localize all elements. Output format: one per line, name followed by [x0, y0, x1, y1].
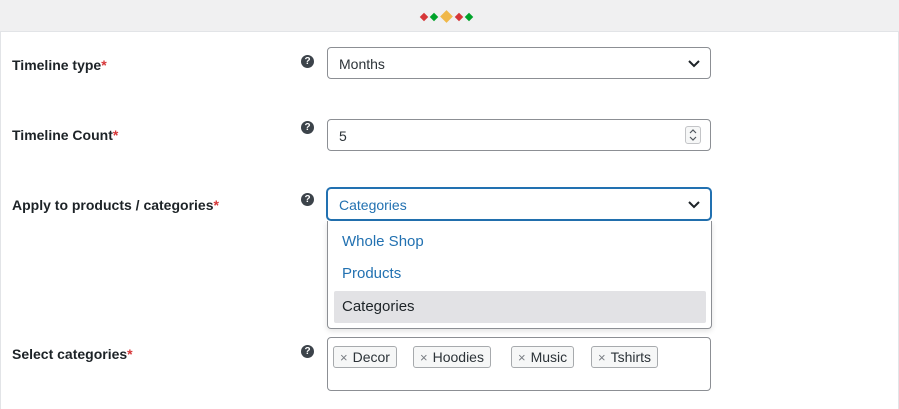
remove-tag-icon[interactable]: × [518, 350, 526, 365]
chevron-down-icon [688, 201, 700, 209]
diamond-icon [440, 10, 453, 23]
option-whole-shop[interactable]: Whole Shop [334, 226, 706, 258]
tag-label: Tshirts [610, 349, 652, 365]
number-stepper[interactable] [685, 126, 701, 144]
dot-icon [419, 12, 429, 22]
category-tag: × Hoodies [413, 346, 491, 368]
category-tag: × Tshirts [591, 346, 659, 368]
select-categories-multiselect[interactable]: × Decor × Hoodies × Music × Tshirts [327, 337, 711, 391]
help-icon[interactable]: ? [301, 345, 314, 358]
timeline-type-label: Timeline type* [12, 57, 107, 73]
apply-to-value: Categories [339, 197, 407, 213]
tag-label: Music [530, 349, 568, 365]
remove-tag-icon[interactable]: × [598, 350, 606, 365]
remove-tag-icon[interactable]: × [340, 350, 348, 365]
category-tag: × Music [511, 346, 575, 368]
chevron-down-icon [688, 60, 700, 68]
apply-to-label-text: Apply to products / categories [12, 197, 214, 213]
timeline-count-value: 5 [339, 128, 347, 144]
help-icon[interactable]: ? [301, 121, 314, 134]
timeline-type-label-text: Timeline type [12, 57, 102, 73]
tag-label: Hoodies [432, 349, 484, 365]
tag-label: Decor [352, 349, 390, 365]
timeline-count-label-text: Timeline Count [12, 127, 113, 143]
stepper-arrows-icon [689, 129, 697, 141]
option-categories[interactable]: Categories [334, 291, 706, 323]
apply-to-select[interactable]: Categories [327, 188, 711, 220]
category-tag: × Decor [333, 346, 397, 368]
select-categories-label-text: Select categories [12, 346, 128, 362]
timeline-type-select[interactable]: Months [327, 47, 711, 79]
apply-to-label: Apply to products / categories* [12, 197, 219, 213]
required-mark: * [127, 346, 133, 362]
timeline-type-value: Months [339, 56, 385, 72]
help-icon[interactable]: ? [301, 55, 314, 68]
timeline-count-input[interactable]: 5 [327, 119, 711, 151]
select-categories-label: Select categories* [12, 346, 133, 362]
required-mark: * [213, 197, 219, 213]
option-products[interactable]: Products [334, 258, 706, 290]
remove-tag-icon[interactable]: × [420, 350, 428, 365]
dot-icon [464, 12, 474, 22]
required-mark: * [101, 57, 107, 73]
top-toolbar [0, 0, 899, 32]
apply-to-dropdown-list: Whole Shop Products Categories [327, 221, 712, 329]
dot-icon [429, 12, 439, 22]
help-icon[interactable]: ? [301, 193, 314, 206]
dot-icon [454, 12, 464, 22]
timeline-count-label: Timeline Count* [12, 127, 118, 143]
required-mark: * [112, 127, 119, 143]
